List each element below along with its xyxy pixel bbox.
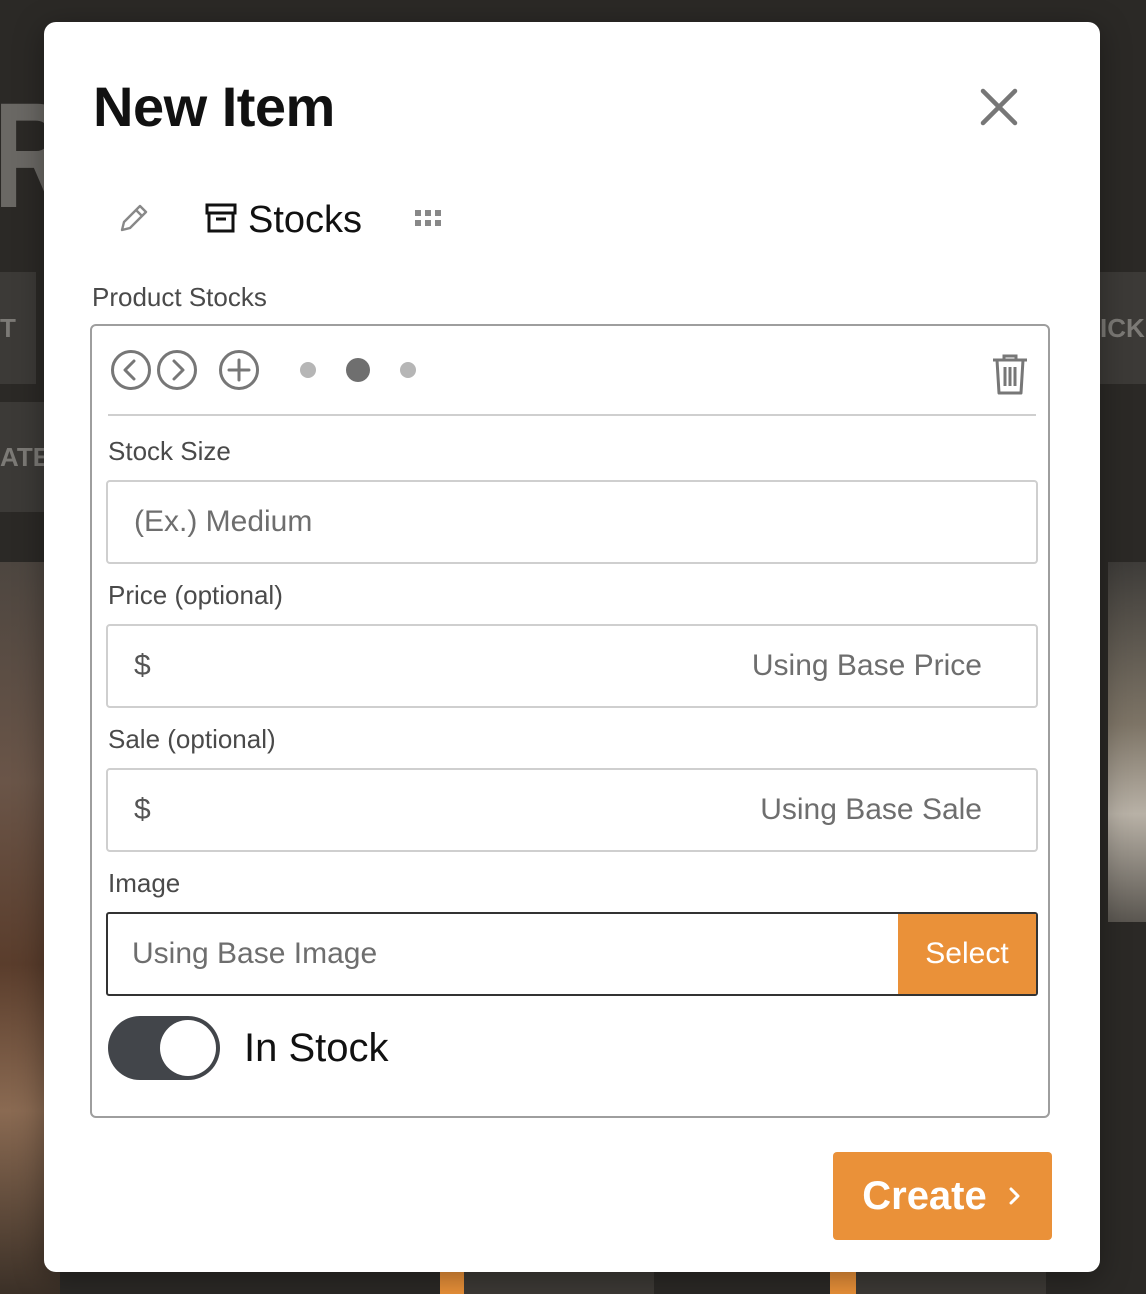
background-tile-right: ICK <box>1100 272 1146 384</box>
tab-options[interactable] <box>414 207 450 234</box>
create-button[interactable]: Create <box>833 1152 1052 1240</box>
modal-tabs: Stocks <box>116 190 450 250</box>
new-item-modal: New Item Stocks Product Stocks Stock Siz… <box>44 22 1100 1272</box>
background-accent-strip-2 <box>830 1272 856 1294</box>
stock-dot-3[interactable] <box>400 362 416 378</box>
chevron-right-icon <box>1007 1185 1023 1207</box>
price-field: $ <box>106 624 1038 708</box>
stock-size-label: Stock Size <box>108 436 231 466</box>
chevron-right-circle-icon <box>157 350 197 390</box>
tab-stocks-label: Stocks <box>248 198 363 241</box>
background-tile-left-top: T <box>0 272 36 384</box>
price-currency-symbol: $ <box>134 649 151 682</box>
stock-pager <box>300 358 446 382</box>
tab-details[interactable] <box>116 200 156 241</box>
sale-label: Sale (optional) <box>108 724 276 754</box>
background-card-strip-2 <box>856 1272 1046 1294</box>
stock-panel: Stock Size Price (optional) $ Sale (opti… <box>90 324 1050 1118</box>
select-image-button[interactable]: Select <box>898 914 1036 994</box>
sale-currency-symbol: $ <box>134 793 151 826</box>
panel-divider <box>108 414 1036 416</box>
background-accent-strip <box>440 1272 464 1294</box>
stock-toolbar <box>110 348 446 392</box>
in-stock-label: In Stock <box>244 1025 389 1070</box>
next-stock-button[interactable] <box>156 349 198 391</box>
stock-dot-2-active[interactable] <box>346 358 370 382</box>
sale-field: $ <box>106 768 1038 852</box>
background-tile-left-bottom: ATE <box>0 402 44 512</box>
grid-icon <box>414 207 444 234</box>
previous-stock-button[interactable] <box>110 349 152 391</box>
toggle-knob <box>160 1020 216 1076</box>
plus-circle-icon <box>219 350 259 390</box>
in-stock-row: In Stock <box>108 1016 389 1080</box>
create-button-label: Create <box>862 1173 987 1218</box>
image-field: Using Base Image Select <box>106 912 1038 996</box>
background-card-strip <box>464 1272 654 1294</box>
product-stocks-label: Product Stocks <box>92 282 267 312</box>
in-stock-toggle[interactable] <box>108 1016 220 1080</box>
chevron-left-circle-icon <box>111 350 151 390</box>
image-value[interactable]: Using Base Image <box>108 914 898 994</box>
background-photo-right <box>1108 562 1146 922</box>
pencil-icon <box>116 200 152 241</box>
price-input[interactable] <box>108 626 1036 706</box>
stock-dot-1[interactable] <box>300 362 316 378</box>
stock-size-field <box>106 480 1038 564</box>
sale-input[interactable] <box>108 770 1036 850</box>
image-label: Image <box>108 868 181 898</box>
modal-title: New Item <box>93 75 335 138</box>
tab-stocks[interactable]: Stocks <box>204 199 362 242</box>
price-label: Price (optional) <box>108 580 283 610</box>
archive-box-icon <box>204 201 238 240</box>
close-icon[interactable] <box>974 82 1024 132</box>
add-stock-button[interactable] <box>218 349 260 391</box>
trash-icon <box>993 354 1027 395</box>
delete-stock-button[interactable] <box>990 352 1034 400</box>
stock-size-input[interactable] <box>108 482 1036 562</box>
